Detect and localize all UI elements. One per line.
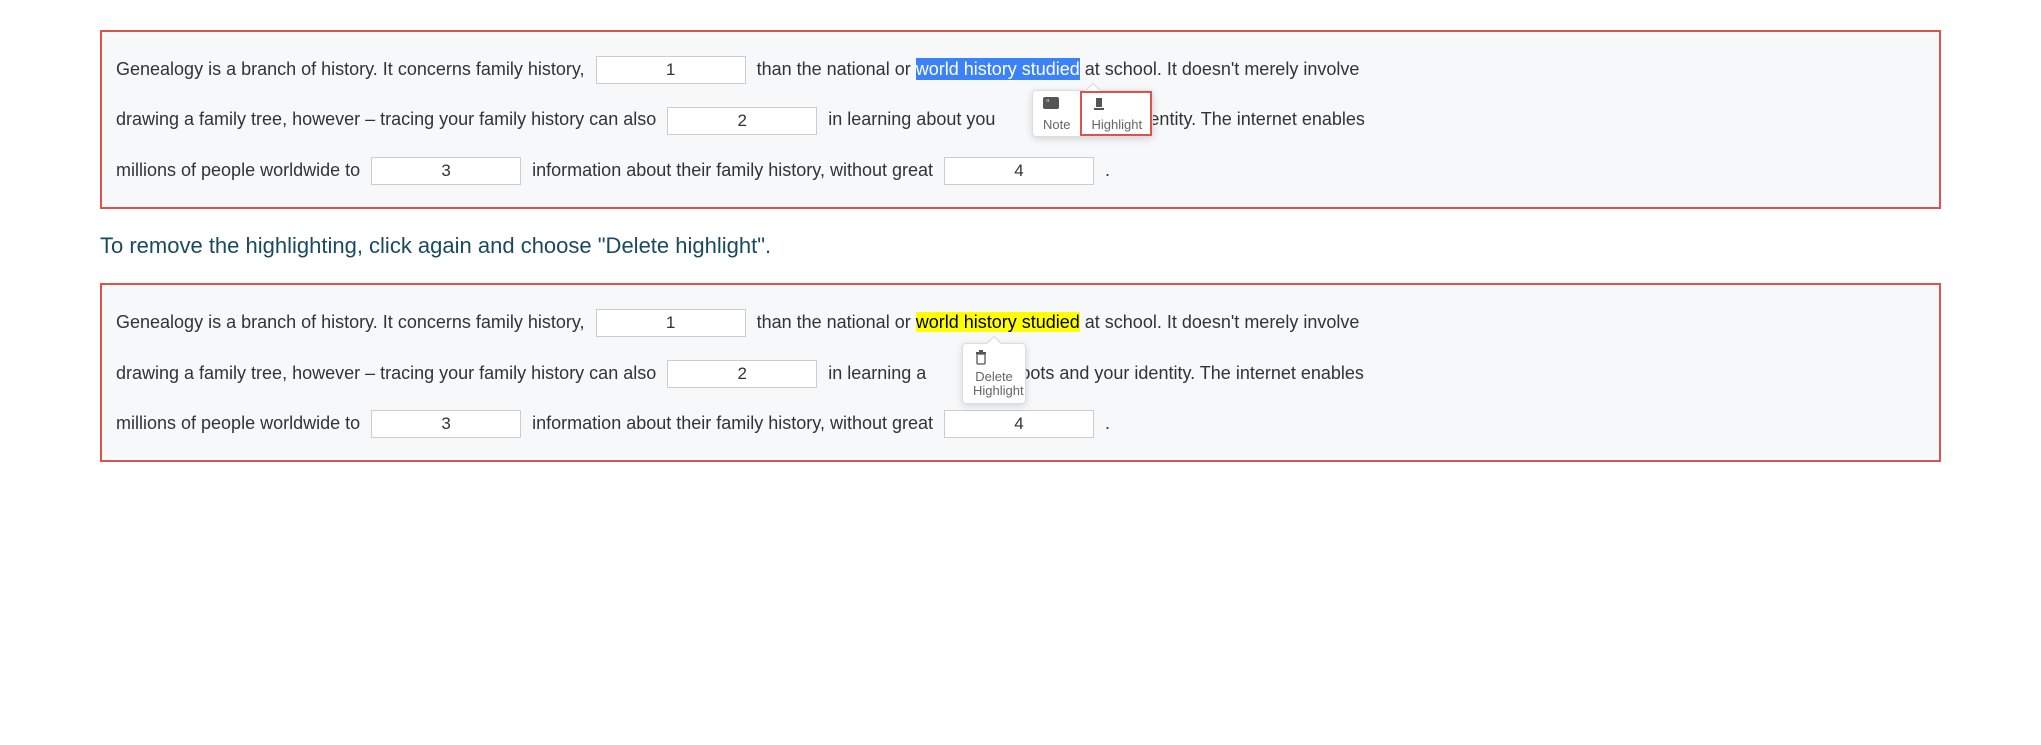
text-segment: than the national or xyxy=(757,312,916,332)
text-segment: Genealogy is a branch of history. It con… xyxy=(116,312,585,332)
blank-1[interactable]: 1 xyxy=(596,56,746,84)
text-segment: drawing a family tree, however – tracing… xyxy=(116,363,661,383)
blank-1[interactable]: 1 xyxy=(596,309,746,337)
highlighted-text[interactable]: world history studied xyxy=(916,312,1080,332)
instruction-text: To remove the highlighting, click again … xyxy=(100,233,1941,259)
note-label: Note xyxy=(1043,117,1070,132)
text-segment: millions of people worldwide to xyxy=(116,413,365,433)
blank-4[interactable]: 4 xyxy=(944,157,1094,185)
text-segment: . xyxy=(1105,413,1110,433)
text-segment: than the national or xyxy=(757,59,916,79)
text-segment: roots and your identity. The internet en… xyxy=(1014,363,1364,383)
example-panel-2: Genealogy is a branch of history. It con… xyxy=(100,283,1941,462)
text-segment: information about their family history, … xyxy=(532,413,938,433)
highlight-icon xyxy=(1091,97,1142,115)
delete-highlight-popup: Delete Highlight xyxy=(962,343,1026,404)
quote-icon: " xyxy=(1043,97,1070,115)
text-segment: at school. It doesn't merely involve xyxy=(1080,312,1360,332)
blank-3[interactable]: 3 xyxy=(371,410,521,438)
trash-icon xyxy=(973,350,1015,368)
blank-2[interactable]: 2 xyxy=(667,360,817,388)
text-segment: at school. It doesn't merely involve xyxy=(1080,59,1360,79)
text-segment: Genealogy is a branch of history. It con… xyxy=(116,59,585,79)
selected-text[interactable]: world history studied xyxy=(916,58,1080,80)
note-button[interactable]: " Note xyxy=(1033,91,1080,136)
delete-highlight-label: Delete Highlight xyxy=(973,369,1024,398)
example-panel-1: Genealogy is a branch of history. It con… xyxy=(100,30,1941,209)
text-segment: drawing a family tree, however – tracing… xyxy=(116,109,661,129)
svg-text:": " xyxy=(1046,98,1050,108)
delete-highlight-button[interactable]: Delete Highlight xyxy=(963,344,1025,403)
highlight-button[interactable]: Highlight xyxy=(1080,91,1152,136)
blank-4[interactable]: 4 xyxy=(944,410,1094,438)
text-segment: in learning about you xyxy=(828,109,995,129)
text-segment: millions of people worldwide to xyxy=(116,160,365,180)
blank-2[interactable]: 2 xyxy=(667,107,817,135)
highlight-popup: " Note Highlight xyxy=(1032,90,1153,137)
cloze-text: Genealogy is a branch of history. It con… xyxy=(116,44,1925,195)
text-segment: information about their family history, … xyxy=(532,160,938,180)
highlight-label: Highlight xyxy=(1091,117,1142,132)
text-segment: in learning a xyxy=(828,363,926,383)
text-segment: identity. The internet enables xyxy=(1135,109,1364,129)
blank-3[interactable]: 3 xyxy=(371,157,521,185)
text-segment: . xyxy=(1105,160,1110,180)
